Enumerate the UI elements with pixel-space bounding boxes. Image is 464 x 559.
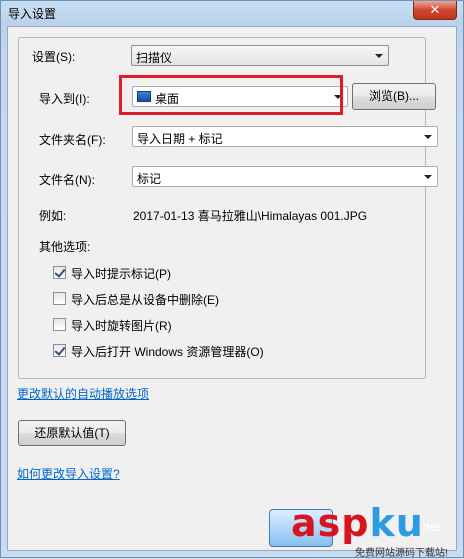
option-label[interactable]: 导入后总是从设备中删除(E) — [71, 291, 219, 308]
checkmark-icon — [54, 266, 66, 278]
how-to-change-link[interactable]: 如何更改导入设置? — [17, 465, 120, 482]
option-checkbox-prompt-tags[interactable] — [53, 266, 66, 279]
example-label: 例如: — [39, 209, 67, 223]
watermark: aspku .net 免费网站源码下载站! — [269, 501, 464, 559]
restore-defaults-button[interactable]: 还原默认值(T) — [18, 420, 126, 446]
window-title: 导入设置 — [8, 7, 57, 21]
settings-value: 扫描仪 — [136, 51, 173, 65]
option-label[interactable]: 导入后打开 Windows 资源管理器(O) — [71, 343, 264, 360]
folder-name-select[interactable]: 导入日期 + 标记 — [132, 126, 438, 147]
other-options-label: 其他选项: — [39, 240, 91, 254]
watermark-net-text: .net — [419, 519, 441, 534]
file-name-select[interactable]: 标记 — [132, 166, 438, 187]
chevron-down-icon — [424, 135, 432, 139]
option-label[interactable]: 导入时旋转图片(R) — [71, 317, 172, 334]
watermark-logo-text: aspku — [291, 501, 424, 545]
settings-select[interactable]: 扫描仪 — [131, 45, 389, 66]
chevron-down-icon — [424, 175, 432, 179]
close-icon: ✕ — [429, 2, 441, 17]
option-checkbox-delete-after-import[interactable] — [53, 292, 66, 305]
chevron-down-icon — [375, 54, 383, 58]
file-name-label: 文件名(N): — [39, 173, 95, 187]
highlight-box — [119, 75, 343, 115]
folder-name-label: 文件夹名(F): — [39, 133, 106, 147]
option-checkbox-open-explorer[interactable] — [53, 344, 66, 357]
import-to-label: 导入到(I): — [39, 92, 90, 106]
option-label[interactable]: 导入时提示标记(P) — [71, 265, 171, 282]
import-settings-window: 导入设置 ✕ 设置(S): 扫描仪 导入到(I): 桌面 浏览(B)... 文件… — [0, 0, 464, 559]
change-autoplay-link[interactable]: 更改默认的自动播放选项 — [17, 385, 149, 402]
folder-name-value: 导入日期 + 标记 — [137, 132, 223, 146]
option-checkbox-rotate[interactable] — [53, 318, 66, 331]
watermark-tagline: 免费网站源码下载站! — [355, 548, 448, 559]
title-bar[interactable]: 导入设置 ✕ — [1, 1, 463, 25]
close-button[interactable]: ✕ — [413, 1, 457, 20]
example-value: 2017-01-13 喜马拉雅山\Himalayas 001.JPG — [133, 209, 368, 223]
settings-label: 设置(S): — [32, 50, 76, 64]
browse-button[interactable]: 浏览(B)... — [352, 83, 436, 110]
file-name-value: 标记 — [137, 172, 162, 186]
checkmark-icon — [54, 344, 66, 356]
